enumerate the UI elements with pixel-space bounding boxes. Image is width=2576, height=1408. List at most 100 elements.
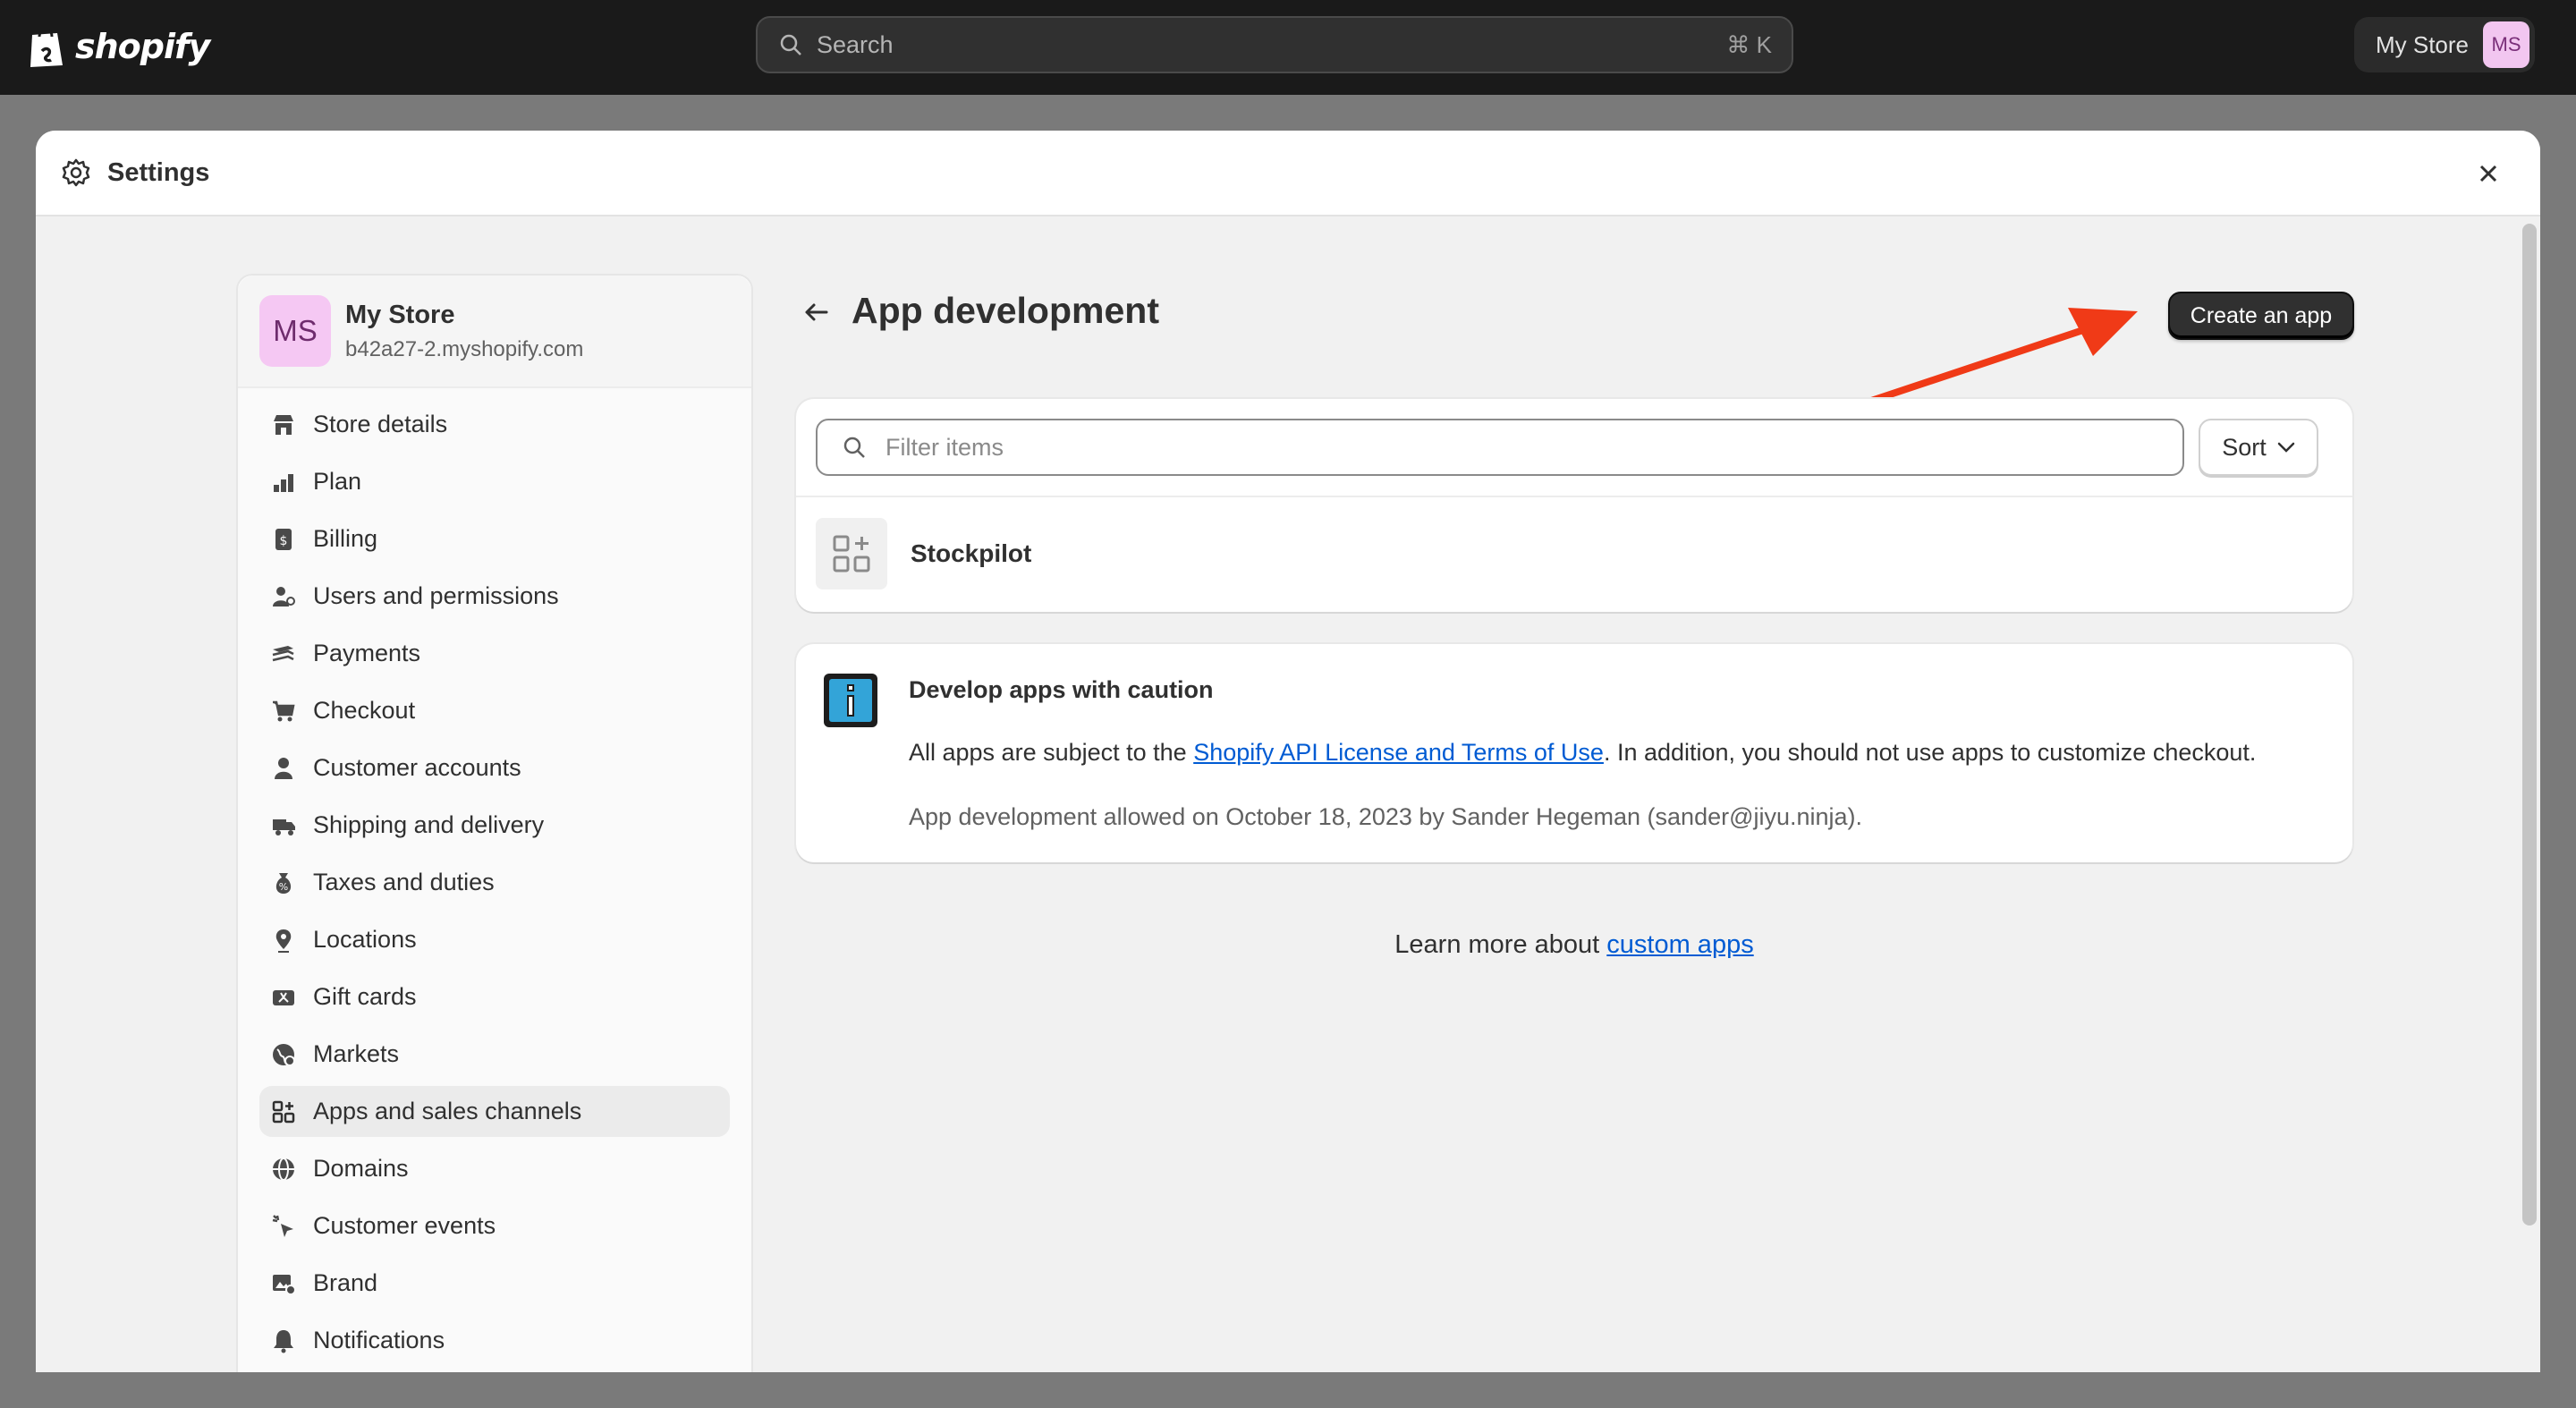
- payments-icon: [272, 646, 294, 662]
- bell-icon: [274, 1330, 293, 1353]
- sidebar-item-billing[interactable]: $ Billing: [259, 513, 730, 564]
- events-icon: [272, 1215, 293, 1237]
- back-arrow-icon[interactable]: [801, 297, 832, 327]
- sidebar-item-locations[interactable]: Locations: [259, 914, 730, 965]
- store-domain: b42a27-2.myshopify.com: [345, 336, 584, 361]
- apps-icon: [272, 1100, 295, 1124]
- filter-input[interactable]: Filter items: [816, 419, 2184, 476]
- sort-label: Sort: [2222, 433, 2267, 461]
- domains-icon: [273, 1158, 294, 1181]
- modal-title: Settings: [107, 157, 210, 187]
- store-menu-label: My Store: [2375, 30, 2469, 58]
- sidebar-item-store-details[interactable]: Store details: [259, 399, 730, 450]
- sidebar-item-apps-and-sales-channels[interactable]: Apps and sales channels: [259, 1086, 730, 1137]
- sidebar-item-label: Apps and sales channels: [313, 1098, 582, 1124]
- caution-meta: App development allowed on October 18, 2…: [909, 803, 1863, 830]
- sidebar-item-checkout[interactable]: Checkout: [259, 685, 730, 736]
- sidebar-item-payments[interactable]: Payments: [259, 628, 730, 679]
- sidebar-item-label: Customer events: [313, 1212, 496, 1239]
- sidebar-item-label: Billing: [313, 525, 378, 552]
- sidebar-item-shipping[interactable]: Shipping and delivery: [259, 800, 730, 851]
- caution-body-suffix: . In addition, you should not use apps t…: [1603, 739, 2257, 766]
- plan-icon: [274, 474, 293, 492]
- sidebar-item-notifications[interactable]: Notifications: [259, 1315, 730, 1366]
- filter-row: Filter items Sort: [796, 399, 2352, 497]
- learn-more-prefix: Learn more about: [1394, 930, 1607, 959]
- sidebar-item-gift-cards[interactable]: Gift cards: [259, 971, 730, 1022]
- global-search[interactable]: Search ⌘ K: [756, 16, 1793, 73]
- sidebar-item-label: Domains: [313, 1155, 409, 1182]
- truck-icon: [273, 819, 295, 835]
- sidebar-item-customer-accounts[interactable]: Customer accounts: [259, 742, 730, 793]
- page-header: App development: [801, 281, 2394, 342]
- cart-icon: [273, 700, 295, 722]
- app-row[interactable]: Stockpilot: [796, 497, 2352, 610]
- store-avatar: MS: [259, 295, 331, 367]
- store-icon: [274, 415, 293, 435]
- chevron-down-icon: [2277, 442, 2295, 453]
- brand-icon: [273, 1275, 296, 1295]
- sidebar-item-label: Payments: [313, 640, 421, 666]
- sidebar-item-label: Users and permissions: [313, 582, 559, 609]
- sidebar-item-label: Notifications: [313, 1327, 445, 1353]
- users-icon: [273, 587, 295, 606]
- modal-header: Settings: [36, 131, 2540, 216]
- shopify-bag-icon: [30, 28, 63, 67]
- search-icon: [780, 34, 801, 55]
- svg-text:%: %: [279, 881, 288, 893]
- store-name: My Store: [345, 300, 455, 329]
- learn-more: Learn more about custom apps: [796, 930, 2352, 960]
- gift-card-icon: [273, 990, 294, 1005]
- sidebar-item-brand[interactable]: Brand: [259, 1258, 730, 1309]
- page-title: App development: [852, 290, 1159, 331]
- sidebar-item-users[interactable]: Users and permissions: [259, 571, 730, 622]
- modal-scrollbar[interactable]: [2522, 224, 2537, 1226]
- store-card[interactable]: MS My Store b42a27-2.myshopify.com: [238, 276, 751, 388]
- info-icon: [824, 674, 877, 727]
- shopify-logo[interactable]: shopify: [27, 20, 210, 73]
- svg-text:$: $: [280, 534, 288, 548]
- sidebar-item-label: Shipping and delivery: [313, 811, 545, 838]
- caution-body: All apps are subject to the Shopify API …: [909, 739, 2256, 767]
- settings-nav: Store details Plan $ Billing Users and p…: [238, 388, 751, 1366]
- apps-icon: [833, 535, 870, 573]
- gear-icon: [62, 158, 90, 187]
- app-name: Stockpilot: [911, 539, 1032, 567]
- sidebar-item-markets[interactable]: Markets: [259, 1029, 730, 1080]
- billing-icon: $: [275, 529, 292, 550]
- store-menu-button[interactable]: My Store MS: [2354, 17, 2535, 72]
- sidebar-item-label: Customer accounts: [313, 754, 521, 781]
- sidebar-item-label: Gift cards: [313, 983, 417, 1010]
- caution-body-prefix: All apps are subject to the: [909, 739, 1194, 766]
- sidebar-item-label: Store details: [313, 411, 448, 437]
- sidebar-item-label: Plan: [313, 468, 362, 495]
- location-icon: [275, 929, 292, 953]
- settings-sidebar: MS My Store b42a27-2.myshopify.com Store…: [236, 274, 753, 1372]
- globe-icon: [273, 1044, 295, 1066]
- shopify-wordmark: shopify: [75, 27, 210, 66]
- sidebar-item-label: Locations: [313, 926, 417, 953]
- custom-apps-link[interactable]: custom apps: [1606, 930, 1753, 959]
- sidebar-item-label: Markets: [313, 1040, 400, 1067]
- avatar: MS: [2483, 21, 2529, 68]
- filter-placeholder: Filter items: [886, 433, 1004, 461]
- sort-button[interactable]: Sort: [2199, 419, 2318, 476]
- search-placeholder: Search: [817, 30, 894, 58]
- sidebar-item-label: Taxes and duties: [313, 869, 495, 895]
- sidebar-item-label: Checkout: [313, 697, 416, 724]
- close-icon: [2479, 165, 2497, 182]
- caution-title: Develop apps with caution: [909, 676, 1214, 703]
- sidebar-item-label: Brand: [313, 1269, 378, 1296]
- sidebar-item-plan[interactable]: Plan: [259, 456, 730, 507]
- api-license-link[interactable]: Shopify API License and Terms of Use: [1193, 739, 1604, 766]
- sidebar-item-customer-events[interactable]: Customer events: [259, 1200, 730, 1251]
- apps-card: Filter items Sort Stockpilot: [796, 399, 2352, 612]
- app-thumbnail: [816, 518, 887, 589]
- caution-banner: Develop apps with caution All apps are s…: [796, 644, 2352, 862]
- sidebar-item-domains[interactable]: Domains: [259, 1143, 730, 1194]
- create-app-button[interactable]: Create an app: [2168, 292, 2354, 340]
- sidebar-item-taxes[interactable]: % Taxes and duties: [259, 857, 730, 908]
- search-shortcut: ⌘ K: [1726, 30, 1772, 58]
- close-button[interactable]: [2472, 157, 2504, 190]
- tax-icon: %: [275, 873, 292, 894]
